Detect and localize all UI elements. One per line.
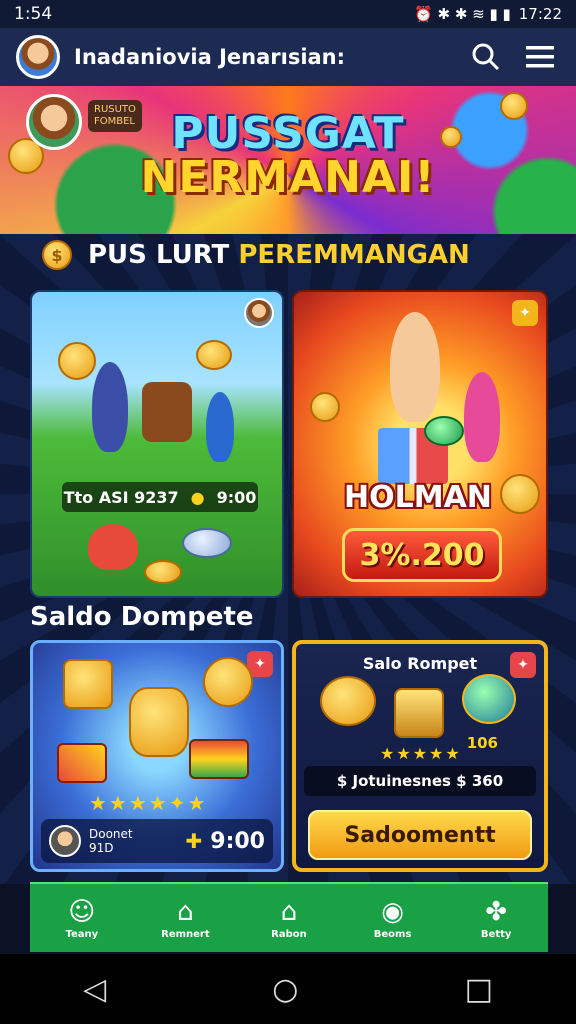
- coin-icon: ●: [190, 487, 205, 507]
- nav-label: Rabon: [271, 928, 307, 940]
- wallet-card-right[interactable]: ✦ Salo Rompet 106 ★★★★★ $ Jotuinesnes $ …: [292, 640, 548, 872]
- status-time: 1:54: [14, 4, 53, 24]
- app-title: Inadaniovia Jenarısian:: [74, 45, 346, 69]
- gold-block-icon: [63, 659, 113, 709]
- person-icon: ☺: [68, 896, 96, 927]
- rating-stars: ★★★★★: [380, 744, 462, 763]
- status-bar: 1:54 ⏰ ✱ ✱ ≋ ▮ ▮ 17:22: [0, 0, 576, 28]
- nav-label: Beoms: [373, 928, 412, 940]
- coin-icon: [500, 474, 540, 514]
- section-heading: $ PUS LURT PEREMMANGAN: [42, 240, 470, 270]
- game-card-holman[interactable]: ✦ HOLMAN 3%.200: [292, 290, 548, 598]
- section-title-part2: PEREMMANGAN: [238, 240, 470, 270]
- nav-item-remnert[interactable]: ⌂ Remnert: [140, 897, 230, 940]
- search-button[interactable]: [466, 37, 506, 77]
- wallet-heading: Saldo Dompete: [30, 602, 254, 632]
- balance-strip: Doonet 91D ✚ 9:00: [41, 819, 273, 863]
- nav-item-rabon[interactable]: ⌂ Rabon: [244, 897, 334, 940]
- coin-icon: ✚: [185, 829, 203, 853]
- character-figure: [390, 312, 440, 422]
- app-bar: Inadaniovia Jenarısian:: [0, 28, 576, 86]
- barrel-figure: [142, 382, 192, 442]
- stat-amount: 9:00: [216, 487, 257, 507]
- nav-item-beoms[interactable]: ◉ Beoms: [348, 897, 438, 940]
- banner-title-line2: NERMANAI!: [140, 152, 436, 203]
- recents-icon[interactable]: □: [465, 972, 493, 1007]
- section-title-part1: PUS LURT: [88, 240, 230, 270]
- coin-icon: [310, 392, 340, 422]
- coin-icon: [203, 657, 253, 707]
- character-figure: [206, 392, 234, 462]
- coin-icon: [144, 560, 182, 584]
- nav-item-teany[interactable]: ☺ Teany: [37, 897, 127, 940]
- coin-icon: [196, 340, 232, 370]
- system-nav-bar: ◁ ○ □: [0, 954, 576, 1024]
- house-icon: ⌂: [280, 896, 298, 927]
- nav-label: Remnert: [161, 928, 210, 940]
- gold-shell-icon: [320, 676, 376, 726]
- back-icon[interactable]: ◁: [83, 972, 106, 1007]
- holman-label: HOLMAN: [344, 480, 492, 515]
- stat-strip: Tto ASI 9237 ● 9:00: [62, 482, 258, 512]
- price-button[interactable]: 3%.200: [342, 528, 502, 582]
- game-card-adventure[interactable]: Tto ASI 9237 ● 9:00: [30, 290, 284, 598]
- promo-banner[interactable]: RUSUTO FOMBEL PUSSGAT NERMANAI!: [0, 86, 576, 234]
- status-icon-set: ⏰ ✱ ✱ ≋ ▮ ▮: [414, 5, 511, 23]
- nav-item-betty[interactable]: ✤ Betty: [451, 897, 541, 940]
- wallet-card-left[interactable]: ✦ ★★★★✦★ Doonet 91D ✚ 9:00: [30, 640, 284, 872]
- coin-icon: $: [42, 240, 72, 270]
- coin-icon: [58, 342, 96, 380]
- balance-label: Doonet 91D: [89, 827, 178, 855]
- menu-button[interactable]: [520, 37, 560, 77]
- status-right-time: 17:22: [518, 5, 562, 23]
- home-icon: ⌂: [177, 896, 194, 927]
- banner-title-line1: PUSSGAT: [171, 108, 405, 159]
- search-icon: [472, 43, 500, 71]
- balance-avatar: [49, 825, 81, 857]
- character-figure: [92, 362, 128, 452]
- stat-text: Tto ASI 9237: [63, 487, 179, 507]
- coin-stack-icon: [129, 687, 189, 757]
- nav-label: Teany: [65, 928, 99, 940]
- balance-amount: 9:00: [210, 828, 265, 854]
- card-avatar: [244, 298, 274, 328]
- rating-stars: ★★★★✦★: [89, 791, 208, 815]
- banner-title: PUSSGAT NERMANAI!: [0, 112, 576, 200]
- avatar[interactable]: [16, 35, 60, 79]
- wallet-action-button[interactable]: Sadoomentt: [308, 810, 532, 860]
- wallet-card-row: $ Jotuinesnes $ 360: [304, 766, 536, 796]
- dice-icon: [394, 688, 444, 738]
- globe-icon: [462, 674, 516, 724]
- balance-label-line1: Doonet: [89, 827, 133, 841]
- ticket-icon: [57, 743, 107, 783]
- badge-icon: ✦: [512, 300, 538, 326]
- wallet-card-title: Salo Rompet: [362, 654, 478, 673]
- green-coin-icon: [424, 416, 464, 446]
- wallet-card-value: 106: [466, 734, 498, 752]
- home-circle-icon[interactable]: ○: [272, 972, 298, 1007]
- nav-label: Betty: [480, 928, 512, 940]
- character-figure: [464, 372, 500, 462]
- puzzle-icon: ✤: [485, 896, 508, 927]
- silver-coin-icon: [182, 528, 232, 558]
- status-icons: ⏰ ✱ ✱ ≋ ▮ ▮ 17:22: [414, 5, 562, 23]
- bar-stack-icon: [189, 739, 249, 779]
- menu-icon: [526, 46, 554, 68]
- balance-label-line2: 91D: [89, 841, 114, 855]
- camera-icon: ◉: [381, 896, 404, 927]
- character-figure: [88, 524, 138, 570]
- bottom-nav: ☺ Teany ⌂ Remnert ⌂ Rabon ◉ Beoms ✤ Bett…: [30, 882, 548, 952]
